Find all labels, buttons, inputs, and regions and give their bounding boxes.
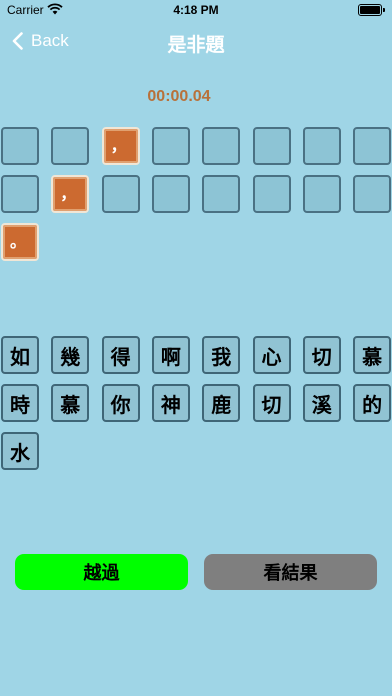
character-tile[interactable]: 得 [101, 336, 140, 374]
answer-slot[interactable] [302, 127, 341, 165]
character-tile[interactable]: 神 [151, 384, 190, 422]
answer-tile-label: ， [110, 136, 127, 155]
character-tile[interactable]: 水 [1, 432, 39, 470]
page-title: 是非題 [167, 34, 225, 56]
answer-slot[interactable] [51, 127, 90, 165]
navigation-bar: Back 是非題 [0, 24, 392, 60]
timer: 00:00.04 [147, 88, 211, 105]
answer-slot[interactable] [252, 127, 291, 165]
answer-slot[interactable] [353, 127, 392, 165]
character-tile[interactable]: 啊 [151, 336, 190, 374]
character-tile[interactable]: 切 [302, 336, 341, 374]
answer-tile[interactable]: ， [51, 175, 90, 213]
answer-slot[interactable] [202, 175, 241, 213]
character-tile[interactable]: 我 [202, 336, 241, 374]
answer-slot[interactable] [353, 175, 392, 213]
character-tile[interactable]: 時 [1, 384, 39, 422]
skip-button[interactable]: 越過 [15, 554, 188, 590]
character-tile[interactable]: 鹿 [202, 384, 241, 422]
character-tile[interactable]: 慕 [51, 384, 90, 422]
answer-slot[interactable] [252, 175, 291, 213]
answer-slot[interactable] [1, 175, 39, 213]
character-tile[interactable]: 如 [1, 336, 39, 374]
answer-slot[interactable] [151, 175, 190, 213]
view-result-button[interactable]: 看結果 [204, 554, 377, 590]
character-tile[interactable]: 慕 [353, 336, 392, 374]
answer-tile[interactable]: 。 [1, 223, 39, 261]
answer-tile[interactable]: ， [101, 127, 140, 165]
character-tile[interactable]: 溪 [302, 384, 341, 422]
character-tile[interactable]: 心 [252, 336, 291, 374]
battery-icon [358, 4, 385, 16]
answer-tile-label: ， [60, 184, 77, 203]
answer-tile-label: 。 [10, 232, 27, 251]
character-tile[interactable]: 你 [101, 384, 140, 422]
character-tile[interactable]: 幾 [51, 336, 90, 374]
status-bar: Carrier 4:18 PM [0, 0, 392, 20]
character-tile[interactable]: 的 [353, 384, 392, 422]
status-time: 4:18 PM [173, 3, 219, 17]
answer-slot[interactable] [101, 175, 140, 213]
answer-slot[interactable] [302, 175, 341, 213]
character-tile[interactable]: 切 [252, 384, 291, 422]
answer-slot[interactable] [202, 127, 241, 165]
answer-slot[interactable] [1, 127, 39, 165]
answer-slot[interactable] [151, 127, 190, 165]
